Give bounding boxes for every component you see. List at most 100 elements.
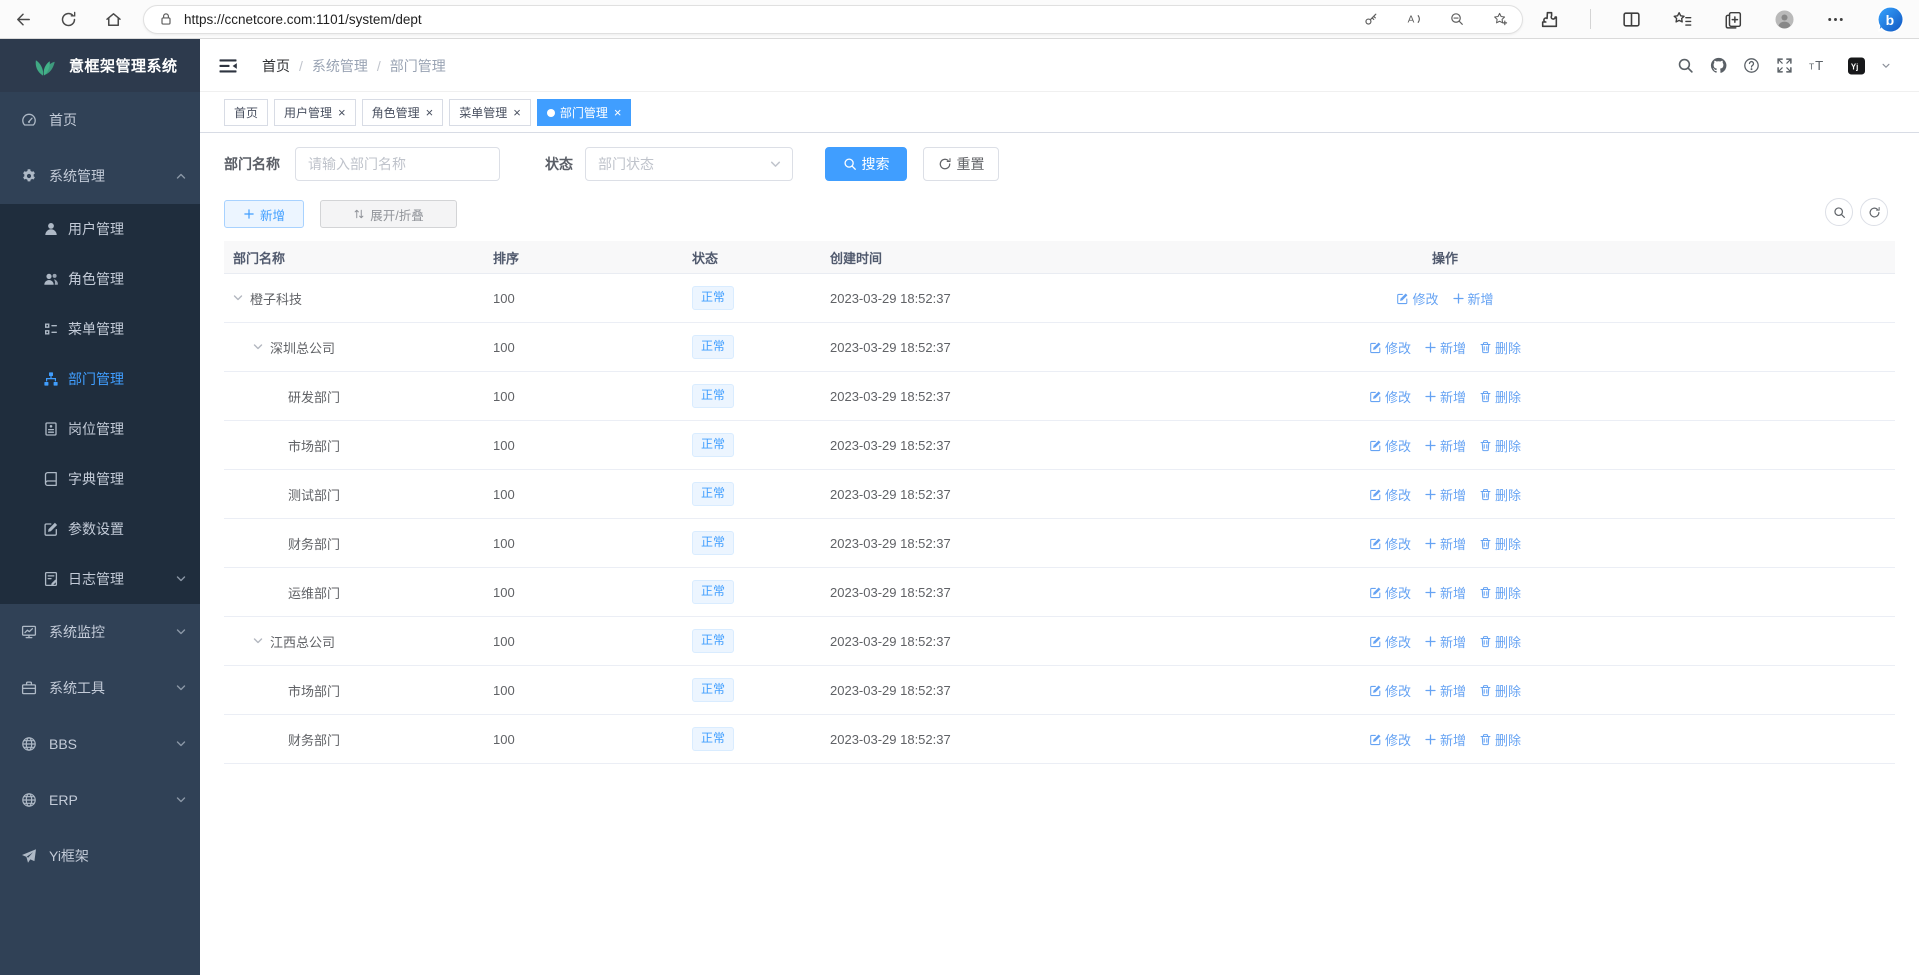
add-dept-button[interactable]: 新增 [224, 200, 304, 228]
row-action-delete[interactable]: 删除 [1479, 485, 1521, 504]
tab-role-mgmt[interactable]: 角色管理× [362, 99, 444, 126]
sidebar-item-menu-mgmt[interactable]: 菜单管理 [0, 304, 200, 354]
row-action-delete[interactable]: 删除 [1479, 583, 1521, 602]
row-action-edit[interactable]: 修改 [1369, 534, 1411, 553]
sidebar-item-label: 部门管理 [68, 369, 124, 389]
breadcrumb-item[interactable]: 首页 [262, 56, 290, 76]
sidebar-item-label: BBS [49, 736, 77, 752]
row-action-edit[interactable]: 修改 [1369, 387, 1411, 406]
row-action-add[interactable]: 新增 [1424, 338, 1466, 357]
sidebar-item-home[interactable]: 首页 [0, 92, 200, 148]
read-aloud-icon[interactable]: A [1406, 11, 1422, 27]
reset-button[interactable]: 重置 [923, 147, 999, 181]
row-action-add[interactable]: 新增 [1424, 632, 1466, 651]
tab-user-mgmt[interactable]: 用户管理× [274, 99, 356, 126]
font-size-icon[interactable]: TT [1809, 57, 1826, 74]
refresh-table-button[interactable] [1860, 198, 1888, 226]
row-action-add[interactable]: 新增 [1424, 485, 1466, 504]
dept-name-input[interactable] [295, 147, 500, 181]
tab-close-icon[interactable]: × [513, 106, 521, 119]
search-button[interactable]: 搜索 [825, 147, 907, 181]
profile-icon[interactable] [1774, 9, 1795, 30]
row-action-delete[interactable]: 删除 [1479, 387, 1521, 406]
row-action-label: 修改 [1385, 485, 1411, 504]
row-action-edit[interactable]: 修改 [1369, 583, 1411, 602]
plus-icon [1424, 390, 1437, 403]
show-search-button[interactable] [1825, 198, 1853, 226]
row-action-delete[interactable]: 删除 [1479, 632, 1521, 651]
help-icon[interactable] [1743, 57, 1760, 74]
bing-icon[interactable]: b [1876, 5, 1905, 34]
sidebar-item-dept-mgmt[interactable]: 部门管理 [0, 354, 200, 404]
tab-close-icon[interactable]: × [426, 106, 434, 119]
sidebar-item-param-settings[interactable]: 参数设置 [0, 504, 200, 554]
favorites-icon[interactable] [1672, 9, 1693, 30]
sidebar-item-bbs[interactable]: BBS [0, 716, 200, 772]
url-text[interactable]: https://ccnetcore.com:1101/system/dept [184, 12, 422, 27]
tab-dept-mgmt[interactable]: 部门管理× [537, 99, 632, 126]
tree-expand-icon[interactable] [252, 341, 264, 353]
sidebar-collapse-icon[interactable] [218, 56, 238, 76]
tab-close-icon[interactable]: × [338, 106, 346, 119]
sidebar-item-dict-mgmt[interactable]: 字典管理 [0, 454, 200, 504]
row-action-add[interactable]: 新增 [1424, 534, 1466, 553]
home-icon[interactable] [104, 10, 123, 29]
fullscreen-icon[interactable] [1776, 57, 1793, 74]
back-icon[interactable] [14, 10, 33, 29]
breadcrumb-item: 部门管理 [390, 56, 446, 76]
row-action-edit[interactable]: 修改 [1369, 436, 1411, 455]
tab-menu-mgmt[interactable]: 菜单管理× [449, 99, 531, 126]
row-action-add[interactable]: 新增 [1424, 681, 1466, 700]
row-action-add[interactable]: 新增 [1424, 436, 1466, 455]
row-action-delete[interactable]: 删除 [1479, 534, 1521, 553]
more-icon[interactable] [1825, 9, 1846, 30]
row-action-edit[interactable]: 修改 [1369, 632, 1411, 651]
tree-expand-icon[interactable] [232, 292, 244, 304]
extensions-icon[interactable] [1539, 9, 1560, 30]
column-header: 部门名称 [224, 248, 493, 267]
row-action-edit[interactable]: 修改 [1396, 289, 1438, 308]
row-action-edit[interactable]: 修改 [1369, 681, 1411, 700]
expand-collapse-button[interactable]: 展开/折叠 [320, 200, 457, 228]
github-icon[interactable] [1710, 57, 1727, 74]
sidebar-item-user-mgmt[interactable]: 用户管理 [0, 204, 200, 254]
row-action-add[interactable]: 新增 [1424, 730, 1466, 749]
zoom-out-icon[interactable] [1449, 11, 1465, 27]
row-action-edit[interactable]: 修改 [1369, 338, 1411, 357]
row-action-edit[interactable]: 修改 [1369, 730, 1411, 749]
tree-expand-icon[interactable] [252, 635, 264, 647]
key-icon[interactable] [1363, 11, 1379, 27]
sidebar-item-erp[interactable]: ERP [0, 772, 200, 828]
status-select[interactable]: 部门状态 [585, 147, 793, 181]
actions-cell: 修改新增删除 [1290, 583, 1600, 602]
sidebar-item-post-mgmt[interactable]: 岗位管理 [0, 404, 200, 454]
sidebar-item-role-mgmt[interactable]: 角色管理 [0, 254, 200, 304]
row-action-add[interactable]: 新增 [1424, 583, 1466, 602]
row-action-delete[interactable]: 删除 [1479, 436, 1521, 455]
tab-close-icon[interactable]: × [614, 106, 622, 119]
row-action-delete[interactable]: 删除 [1479, 338, 1521, 357]
sidebar-item-system-monitor[interactable]: 系统监控 [0, 604, 200, 660]
sidebar-item-system-tools[interactable]: 系统工具 [0, 660, 200, 716]
edit-square-icon [1369, 733, 1382, 746]
add-favorite-icon[interactable] [1492, 11, 1508, 27]
address-bar[interactable]: https://ccnetcore.com:1101/system/dept A [143, 5, 1523, 34]
row-action-delete[interactable]: 删除 [1479, 681, 1521, 700]
sidebar-item-log-mgmt[interactable]: 日志管理 [0, 554, 200, 604]
created-time-cell: 2023-03-29 18:52:37 [830, 340, 1290, 355]
row-action-delete[interactable]: 删除 [1479, 730, 1521, 749]
sidebar-item-system-mgmt[interactable]: 系统管理 [0, 148, 200, 204]
split-screen-icon[interactable] [1621, 9, 1642, 30]
app-logo[interactable]: 意框架管理系统 [0, 39, 200, 92]
search-button-label: 搜索 [862, 154, 890, 174]
chevron-down-icon[interactable] [1881, 61, 1891, 71]
tab-home[interactable]: 首页 [224, 99, 268, 126]
row-action-edit[interactable]: 修改 [1369, 485, 1411, 504]
row-action-add[interactable]: 新增 [1452, 289, 1494, 308]
row-action-add[interactable]: 新增 [1424, 387, 1466, 406]
page-refresh-icon[interactable] [59, 10, 78, 29]
collections-icon[interactable] [1723, 9, 1744, 30]
sidebar-item-yi-framework[interactable]: Yi框架 [0, 828, 200, 884]
user-avatar[interactable]: Yj [1848, 57, 1865, 74]
search-icon[interactable] [1677, 57, 1694, 74]
